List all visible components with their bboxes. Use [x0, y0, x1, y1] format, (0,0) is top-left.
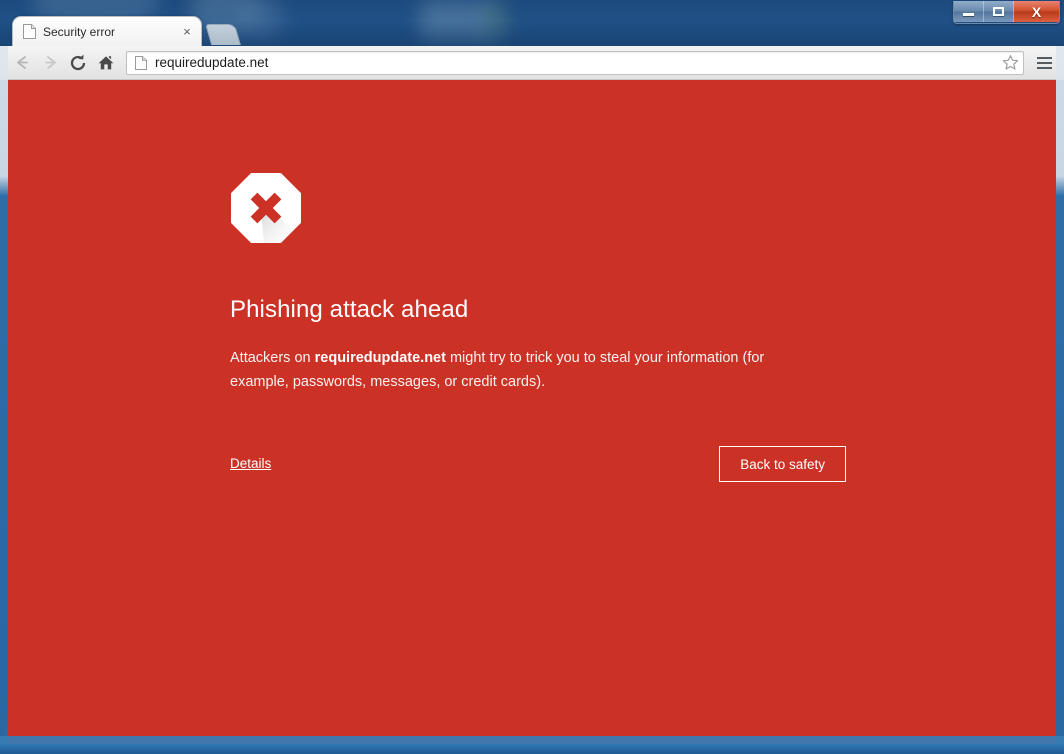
screen: X Security error × requiredupdate.net Ph…	[0, 0, 1064, 754]
window-border-left	[0, 46, 8, 746]
address-bar-text[interactable]: requiredupdate.net	[155, 55, 1001, 70]
window-border-bottom	[0, 736, 1064, 744]
page-icon	[135, 55, 147, 70]
hamburger-line	[1036, 56, 1052, 59]
bookmark-star-icon[interactable]	[1001, 54, 1019, 72]
star-icon	[1002, 55, 1018, 70]
octagon-error-icon	[231, 173, 301, 243]
back-button[interactable]	[8, 49, 36, 77]
back-arrow-icon	[16, 56, 28, 69]
maximize-icon	[993, 7, 1004, 16]
page-content: Phishing attack ahead Attackers on requi…	[8, 80, 1056, 744]
forward-button[interactable]	[36, 49, 64, 77]
desktop-strip	[0, 744, 1064, 754]
details-link[interactable]: Details	[230, 456, 271, 471]
warning-domain: requiredupdate.net	[314, 350, 446, 366]
back-to-safety-button[interactable]: Back to safety	[719, 446, 846, 482]
browser-menu-button[interactable]	[1030, 49, 1058, 77]
page-icon	[23, 24, 36, 39]
browser-window: X Security error × requiredupdate.net Ph…	[0, 0, 1064, 754]
page-title: Phishing attack ahead	[230, 296, 469, 323]
hamburger-line	[1036, 66, 1052, 69]
tab-close-icon[interactable]: ×	[179, 24, 195, 40]
new-tab-button[interactable]	[204, 24, 242, 45]
warning-description: Attackers on requiredupdate.net might tr…	[230, 346, 802, 394]
address-bar[interactable]: requiredupdate.net	[126, 50, 1024, 75]
reload-icon	[70, 54, 86, 70]
tab-strip: Security error ×	[0, 16, 1064, 46]
home-button[interactable]	[92, 49, 120, 77]
forward-arrow-icon	[44, 56, 56, 69]
tab-security-error[interactable]: Security error ×	[12, 16, 202, 46]
tab-title: Security error	[43, 24, 116, 39]
warning-text-before: Attackers on	[230, 350, 315, 366]
browser-toolbar: requiredupdate.net	[0, 46, 1064, 80]
window-border-right	[1056, 46, 1064, 746]
home-icon	[98, 55, 114, 69]
reload-button[interactable]	[64, 49, 92, 77]
phishing-interstitial: Phishing attack ahead Attackers on requi…	[230, 172, 850, 482]
hamburger-line	[1036, 61, 1052, 64]
interstitial-actions: Details Back to safety	[230, 446, 846, 482]
